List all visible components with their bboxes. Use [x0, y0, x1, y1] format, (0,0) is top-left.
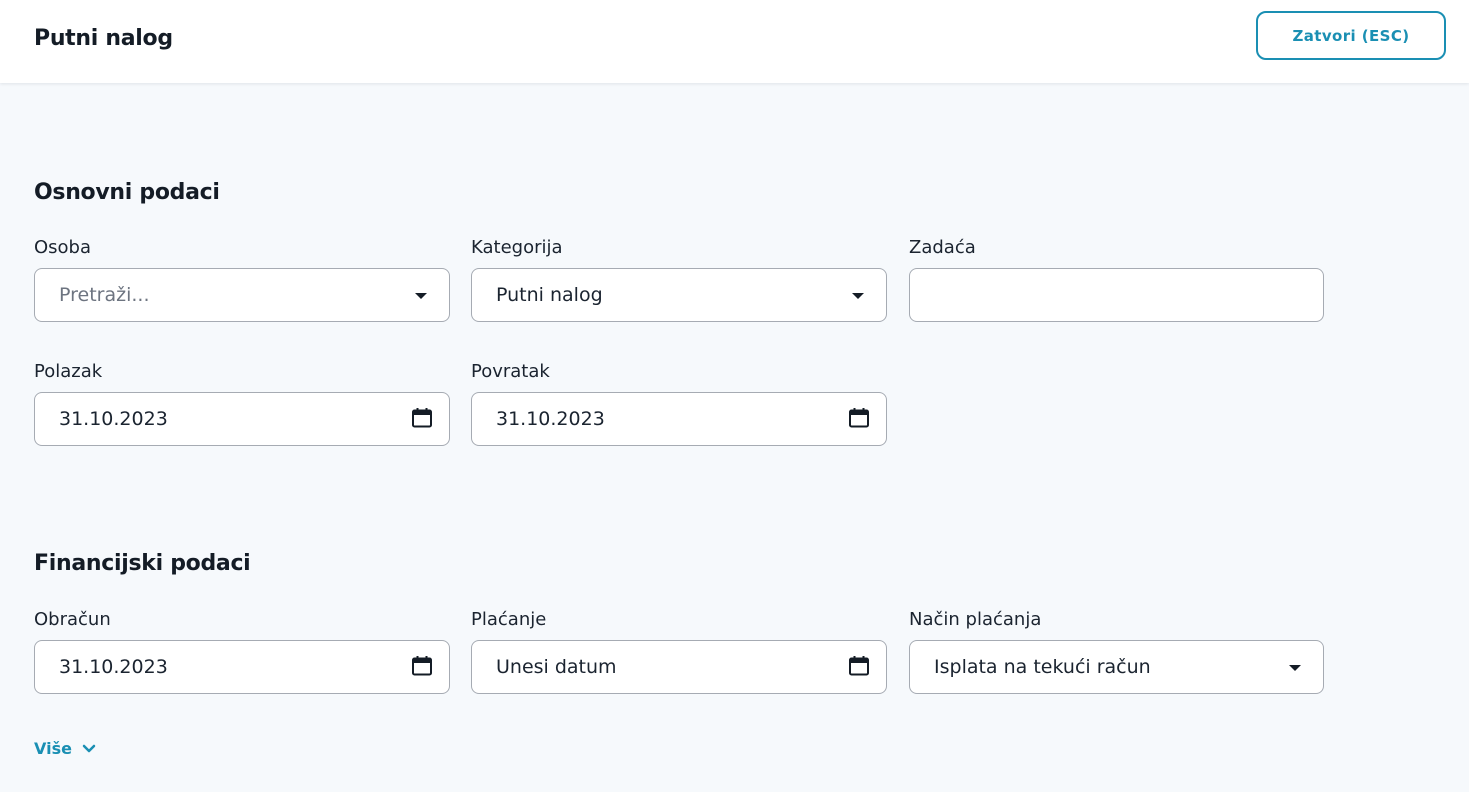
payment-placeholder: Unesi datum — [496, 656, 617, 678]
section-title-basic: Osnovni podaci — [34, 180, 220, 205]
calculation-value: 31.10.2023 — [59, 656, 168, 678]
return-value: 31.10.2023 — [496, 408, 605, 430]
caret-down-icon[interactable] — [852, 293, 864, 299]
person-select[interactable]: Pretraži... — [34, 268, 450, 322]
section-title-financial: Financijski podaci — [34, 551, 251, 576]
calendar-icon[interactable] — [411, 407, 433, 429]
departure-value: 31.10.2023 — [59, 408, 168, 430]
calendar-icon[interactable] — [848, 407, 870, 429]
calculation-label: Obračun — [34, 609, 111, 630]
payment-method-select[interactable]: Isplata na tekući račun — [909, 640, 1324, 694]
person-label: Osoba — [34, 237, 92, 258]
payment-method-value: Isplata na tekući račun — [934, 656, 1151, 678]
payment-label: Plaćanje — [471, 609, 547, 630]
close-button[interactable]: Zatvori (ESC) — [1256, 11, 1446, 60]
caret-down-icon[interactable] — [415, 293, 427, 299]
more-label: Više — [34, 739, 72, 758]
more-toggle[interactable]: Više — [34, 739, 96, 758]
chevron-down-icon — [82, 744, 96, 752]
return-date-field[interactable]: 31.10.2023 — [471, 392, 887, 446]
departure-label: Polazak — [34, 361, 103, 382]
task-input[interactable] — [909, 268, 1324, 322]
category-select[interactable]: Putni nalog — [471, 268, 887, 322]
task-label: Zadaća — [909, 237, 976, 258]
page-title: Putni nalog — [34, 26, 173, 51]
departure-date-field[interactable]: 31.10.2023 — [34, 392, 450, 446]
person-placeholder: Pretraži... — [59, 284, 150, 306]
category-value: Putni nalog — [496, 284, 603, 306]
category-label: Kategorija — [471, 237, 563, 258]
calendar-icon[interactable] — [848, 655, 870, 677]
payment-date-field[interactable]: Unesi datum — [471, 640, 887, 694]
top-bar: Putni nalog Zatvori (ESC) — [0, 0, 1469, 83]
calculation-date-field[interactable]: 31.10.2023 — [34, 640, 450, 694]
payment-method-label: Način plaćanja — [909, 609, 1042, 630]
calendar-icon[interactable] — [411, 655, 433, 677]
return-label: Povratak — [471, 361, 550, 382]
caret-down-icon[interactable] — [1289, 665, 1301, 671]
